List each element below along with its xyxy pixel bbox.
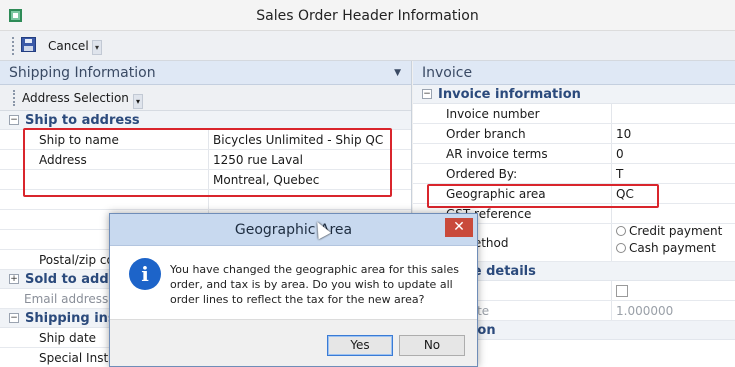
ordered-by-label: Ordered By: [446, 167, 518, 181]
address-selection-button[interactable]: Address Selection▼ [22, 90, 139, 108]
exchange-rate-field[interactable]: 1.000000 [616, 301, 673, 321]
shipping-instructions-heading: Shipping inst [25, 311, 122, 326]
shipping-panel-header[interactable]: Shipping Information ▼ [0, 61, 411, 85]
geographic-area-highlight [427, 184, 659, 208]
ar-terms-label: AR invoice terms [446, 147, 548, 161]
expand-icon[interactable]: + [9, 274, 19, 284]
address-toolbar: Address Selection▼ ▾ [0, 85, 411, 111]
collapse-icon[interactable]: − [422, 89, 432, 99]
radio-icon[interactable] [616, 242, 626, 253]
cash-payment-label: Cash payment [629, 241, 716, 255]
toolbar-overflow-icon[interactable]: ▾ [133, 94, 143, 109]
postal-label: Postal/zip co [39, 253, 114, 267]
ordered-by-row[interactable]: Ordered By: T [413, 164, 735, 184]
order-branch-label: Order branch [446, 127, 526, 141]
yes-button[interactable]: Yes [327, 335, 393, 356]
invoice-number-row[interactable]: Invoice number [413, 104, 735, 124]
ordered-by-field[interactable]: T [616, 164, 623, 184]
dialog-message: You have changed the geographic area for… [170, 263, 459, 306]
dialog-title: Geographic Area [234, 222, 353, 238]
invoice-number-label: Invoice number [446, 107, 540, 121]
ar-terms-field[interactable]: 0 [616, 144, 624, 164]
dialog-footer: Yes No [110, 319, 477, 366]
invoice-info-section[interactable]: − Invoice information [413, 85, 735, 104]
radio-icon[interactable] [616, 225, 626, 236]
ship-to-highlight [23, 128, 392, 197]
toolbar-overflow-icon[interactable]: ▾ [92, 40, 102, 55]
info-icon: i [129, 258, 161, 290]
order-branch-row[interactable]: Order branch 10 [413, 124, 735, 144]
email-field[interactable]: Email address [24, 289, 108, 309]
collapse-icon[interactable]: − [9, 313, 19, 323]
toolbar: Cancel ▾ [0, 31, 735, 61]
window-title: Sales Order Header Information [256, 8, 479, 24]
ship-date-label: Ship date [39, 331, 97, 345]
rate-checkbox[interactable] [616, 285, 628, 297]
cancel-button[interactable]: Cancel [44, 36, 93, 56]
save-icon[interactable] [21, 37, 36, 52]
collapse-icon[interactable]: − [9, 115, 19, 125]
no-button[interactable]: No [399, 335, 465, 356]
dialog-title-bar[interactable]: Geographic Area ✕ [110, 214, 477, 246]
chevron-down-icon[interactable]: ▼ [394, 61, 401, 85]
invoice-info-heading: Invoice information [438, 87, 581, 102]
toolbar-grip[interactable] [12, 37, 14, 55]
title-bar: Sales Order Header Information [0, 0, 735, 31]
order-branch-field[interactable]: 10 [616, 124, 631, 144]
close-icon[interactable]: ✕ [445, 218, 473, 237]
credit-payment-option[interactable]: Credit payment [616, 223, 722, 240]
credit-payment-label: Credit payment [629, 224, 723, 238]
invoice-panel-header: Invoice [413, 61, 735, 85]
ar-terms-row[interactable]: AR invoice terms 0 [413, 144, 735, 164]
toolbar-grip[interactable] [13, 90, 15, 106]
ship-to-heading: Ship to address [25, 113, 140, 128]
shipping-panel-title: Shipping Information [9, 65, 156, 81]
address-selection-label: Address Selection [22, 91, 129, 105]
special-instructions-label: Special Instr [39, 351, 114, 365]
cash-payment-option[interactable]: Cash payment [616, 240, 716, 257]
invoice-panel-title: Invoice [422, 65, 473, 81]
geographic-area-dialog: Geographic Area ✕ i You have changed the… [109, 213, 478, 367]
